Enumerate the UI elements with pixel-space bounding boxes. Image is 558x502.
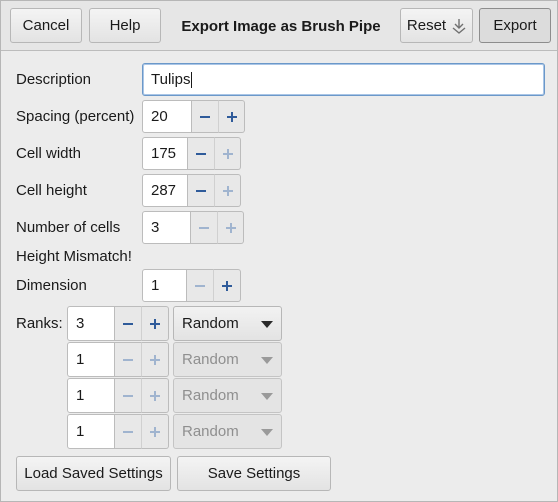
rank-4-increment-button[interactable] (142, 414, 169, 449)
plus-icon (226, 111, 237, 122)
spacing-increment-button[interactable] (219, 100, 245, 133)
description-value: Tulips (151, 71, 191, 88)
cell-height-input[interactable]: 287 (142, 174, 188, 207)
plus-icon (222, 148, 233, 159)
minus-icon (123, 394, 133, 397)
save-settings-button[interactable]: Save Settings (177, 456, 331, 491)
spacing-input[interactable]: 20 (142, 100, 192, 133)
rank-2-increment-button[interactable] (142, 342, 169, 377)
description-input[interactable]: Tulips (142, 63, 545, 96)
plus-icon (222, 185, 233, 196)
cell-width-increment-button[interactable] (215, 137, 241, 170)
cell-width-input[interactable]: 175 (142, 137, 188, 170)
cell-height-decrement-button[interactable] (188, 174, 215, 207)
spacing-label: Spacing (percent) (16, 108, 135, 125)
help-button[interactable]: Help (89, 8, 161, 43)
rank-2-mode-select[interactable]: Random (173, 342, 282, 377)
cell-width-decrement-button[interactable] (188, 137, 215, 170)
rank-4-decrement-button[interactable] (115, 414, 142, 449)
ranks-label: Ranks: (16, 315, 63, 332)
cell-width-value: 175 (151, 145, 177, 162)
rank-1-mode-value: Random (182, 315, 239, 332)
rank-2-value: 1 (76, 351, 85, 368)
minus-icon (196, 189, 206, 192)
plus-icon (150, 390, 160, 401)
export-button[interactable]: Export (479, 8, 551, 43)
minus-icon (123, 430, 133, 433)
minus-icon (196, 152, 206, 155)
rank-4-mode-value: Random (182, 423, 239, 440)
rank-3-decrement-button[interactable] (115, 378, 142, 413)
cancel-button[interactable]: Cancel (10, 8, 82, 43)
rank-1-input[interactable]: 3 (67, 306, 115, 341)
rank-1-decrement-button[interactable] (115, 306, 142, 341)
cell-height-value: 287 (151, 182, 177, 199)
rank-2-decrement-button[interactable] (115, 342, 142, 377)
header-bar: Cancel Help Export Image as Brush Pipe R… (1, 1, 557, 51)
spacing-decrement-button[interactable] (192, 100, 219, 133)
spacing-value: 20 (151, 108, 168, 125)
load-saved-settings-button[interactable]: Load Saved Settings (16, 456, 171, 491)
minus-icon (199, 226, 209, 229)
dimension-input[interactable]: 1 (142, 269, 187, 302)
rank-4-mode-select[interactable]: Random (173, 414, 282, 449)
description-label: Description (16, 71, 92, 88)
cell-height-increment-button[interactable] (215, 174, 241, 207)
height-mismatch-warning: Height Mismatch! (16, 248, 132, 265)
reset-button[interactable]: Reset (400, 8, 473, 43)
plus-icon (150, 318, 160, 329)
rank-3-value: 1 (76, 387, 85, 404)
rank-1-value: 3 (76, 315, 85, 332)
rank-4-value: 1 (76, 423, 85, 440)
rank-2-mode-value: Random (182, 351, 239, 368)
rank-1-mode-select[interactable]: Random (173, 306, 282, 341)
dropdown-arrow-icon (261, 321, 273, 328)
dimension-label: Dimension (16, 277, 87, 294)
rank-3-mode-value: Random (182, 387, 239, 404)
plus-icon (225, 222, 236, 233)
dimension-value: 1 (151, 277, 160, 294)
num-cells-value: 3 (151, 219, 160, 236)
dropdown-arrow-icon (261, 357, 273, 364)
minus-icon (123, 358, 133, 361)
dialog-title: Export Image as Brush Pipe (181, 17, 381, 35)
rank-3-increment-button[interactable] (142, 378, 169, 413)
cell-height-label: Cell height (16, 182, 87, 199)
plus-icon (222, 280, 232, 291)
rank-3-input[interactable]: 1 (67, 378, 115, 413)
export-brush-pipe-dialog: Cancel Help Export Image as Brush Pipe R… (0, 0, 558, 502)
reset-label: Reset (406, 17, 447, 34)
cell-width-label: Cell width (16, 145, 82, 162)
rank-3-mode-select[interactable]: Random (173, 378, 282, 413)
plus-icon (150, 426, 160, 437)
dropdown-arrow-icon (261, 429, 273, 436)
text-caret (191, 71, 193, 88)
minus-icon (200, 115, 210, 118)
plus-icon (150, 354, 160, 365)
dropdown-arrow-icon (261, 393, 273, 400)
num-cells-input[interactable]: 3 (142, 211, 191, 244)
rank-1-increment-button[interactable] (142, 306, 169, 341)
minus-icon (195, 284, 205, 287)
rank-2-input[interactable]: 1 (67, 342, 115, 377)
num-cells-increment-button[interactable] (218, 211, 244, 244)
num-cells-label: Number of cells (16, 219, 121, 236)
minus-icon (123, 322, 133, 325)
dimension-decrement-button[interactable] (187, 269, 214, 302)
dimension-increment-button[interactable] (214, 269, 241, 302)
rank-4-input[interactable]: 1 (67, 414, 115, 449)
reset-arrow-icon (452, 18, 466, 34)
num-cells-decrement-button[interactable] (191, 211, 218, 244)
